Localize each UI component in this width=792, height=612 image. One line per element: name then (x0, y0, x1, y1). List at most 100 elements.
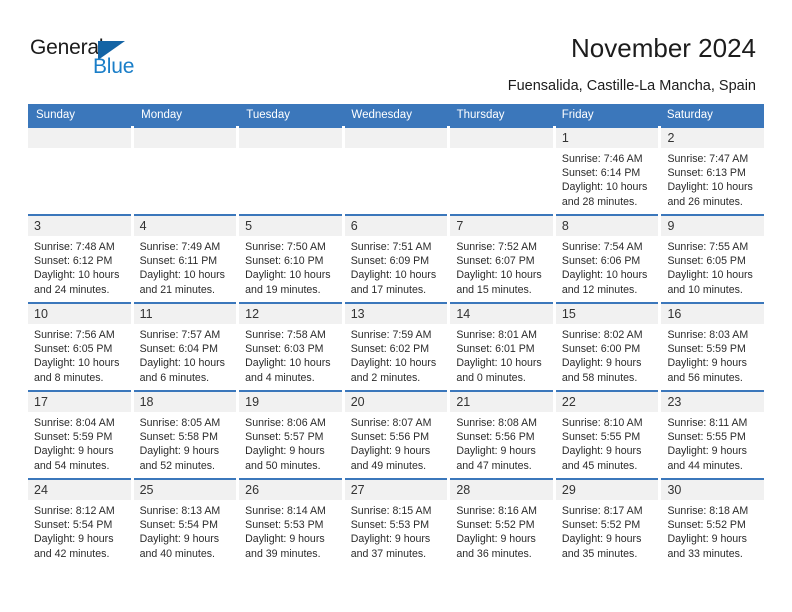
calendar-day-cell[interactable]: 8 Sunrise: 7:54 AM Sunset: 6:06 PM Daylight… (555, 214, 659, 302)
sunset-text: Sunset: 5:52 PM (561, 519, 641, 532)
daylight-text-line1: Daylight: 9 hours (139, 533, 220, 546)
calendar-day-cell[interactable]: 24 Sunrise: 8:12 AM Sunset: 5:54 PM Dayligh… (28, 478, 131, 566)
calendar-day-cell[interactable]: 22 Sunrise: 8:10 AM Sunset: 5:55 PM Dayligh… (555, 390, 659, 478)
day-details: Sunrise: 7:52 AM Sunset: 6:07 PM Daylight:… (450, 236, 553, 297)
sunrise-text: Sunrise: 7:51 AM (350, 241, 432, 253)
day-number: 5 (239, 216, 342, 236)
weekday-sunday: Sunday (36, 109, 76, 121)
day-details: Sunrise: 8:06 AM Sunset: 5:57 PM Daylight:… (239, 412, 342, 473)
day-number: 2 (661, 128, 765, 148)
calendar-day-cell[interactable]: 26 Sunrise: 8:14 AM Sunset: 5:53 PM Dayligh… (239, 478, 342, 566)
daylight-text-line1: Daylight: 9 hours (34, 445, 114, 458)
daylight-text-line2: and 19 minutes. (245, 283, 321, 296)
day-details: Sunrise: 8:13 AM Sunset: 5:54 PM Daylight:… (134, 500, 237, 561)
sunrise-text: Sunrise: 8:18 AM (667, 505, 749, 517)
daylight-text-line1: Daylight: 10 hours (667, 269, 753, 282)
sunset-text: Sunset: 6:00 PM (561, 343, 641, 356)
day-details: Sunrise: 8:01 AM Sunset: 6:01 PM Daylight:… (450, 324, 553, 385)
calendar-day-cell[interactable]: 28 Sunrise: 8:16 AM Sunset: 5:52 PM Dayligh… (450, 478, 553, 566)
calendar-day-cell[interactable]: 6 Sunrise: 7:51 AM Sunset: 6:09 PM Daylight… (344, 214, 448, 302)
calendar-day-cell[interactable]: 20 Sunrise: 8:07 AM Sunset: 5:56 PM Dayligh… (344, 390, 448, 478)
calendar-day-cell[interactable]: 5 Sunrise: 7:50 AM Sunset: 6:10 PM Daylight… (239, 214, 342, 302)
sunrise-text: Sunrise: 7:59 AM (350, 329, 432, 341)
calendar-day-cell[interactable]: 2 Sunrise: 7:47 AM Sunset: 6:13 PM Daylight… (661, 126, 765, 214)
sunrise-text: Sunrise: 7:49 AM (139, 241, 221, 253)
day-details: Sunrise: 7:59 AM Sunset: 6:02 PM Daylight:… (345, 324, 448, 385)
calendar-day-cell[interactable]: 4 Sunrise: 7:49 AM Sunset: 6:11 PM Daylight… (133, 214, 237, 302)
day-details: Sunrise: 8:05 AM Sunset: 5:58 PM Daylight:… (134, 412, 237, 473)
day-details: Sunrise: 8:11 AM Sunset: 5:55 PM Daylight:… (661, 412, 764, 473)
calendar-day-cell[interactable]: 16 Sunrise: 8:03 AM Sunset: 5:59 PM Dayligh… (661, 302, 765, 390)
day-number: 25 (133, 480, 237, 500)
daylight-text-line2: and 6 minutes. (139, 371, 210, 384)
day-number: 8 (555, 216, 659, 236)
sunrise-text: Sunrise: 7:58 AM (245, 329, 326, 341)
daylight-text-line2: and 24 minutes. (34, 283, 110, 296)
daylight-text-line1: Daylight: 9 hours (139, 445, 220, 458)
day-details: Sunrise: 8:14 AM Sunset: 5:53 PM Daylight:… (239, 500, 342, 561)
sunset-text: Sunset: 6:14 PM (561, 167, 641, 180)
day-number: 17 (28, 392, 131, 412)
calendar-day-cell[interactable]: 17 Sunrise: 8:04 AM Sunset: 5:59 PM Dayligh… (28, 390, 131, 478)
day-details: Sunrise: 7:46 AM Sunset: 6:14 PM Daylight:… (556, 148, 659, 209)
daylight-text-line2: and 47 minutes. (456, 459, 532, 472)
page-header: General Blue November 2024 Fuensalida, C… (0, 0, 792, 96)
daylight-text-line2: and 36 minutes. (456, 547, 532, 560)
calendar-day-cell[interactable]: 27 Sunrise: 8:15 AM Sunset: 5:53 PM Dayligh… (344, 478, 448, 566)
daylight-text-line2: and 39 minutes. (245, 547, 321, 560)
daylight-text-line1: Daylight: 10 hours (561, 269, 648, 282)
day-number: 7 (450, 216, 553, 236)
calendar-day-cell[interactable]: 1 Sunrise: 7:46 AM Sunset: 6:14 PM Daylight… (555, 126, 659, 214)
daylight-text-line2: and 15 minutes. (456, 283, 532, 296)
calendar-day-cell[interactable]: 3 Sunrise: 7:48 AM Sunset: 6:12 PM Daylight… (28, 214, 131, 302)
generalblue-logo: General Blue (30, 36, 180, 84)
sunset-text: Sunset: 5:55 PM (561, 431, 641, 444)
calendar-day-cell[interactable]: 14 Sunrise: 8:01 AM Sunset: 6:01 PM Dayligh… (450, 302, 553, 390)
daylight-text-line2: and 50 minutes. (245, 459, 321, 472)
sunset-text: Sunset: 6:13 PM (667, 167, 746, 180)
day-number (28, 128, 131, 148)
calendar-day-cell[interactable]: 19 Sunrise: 8:06 AM Sunset: 5:57 PM Dayligh… (239, 390, 342, 478)
sunrise-text: Sunrise: 8:03 AM (667, 329, 749, 341)
daylight-text-line1: Daylight: 9 hours (34, 533, 114, 546)
day-number (239, 128, 342, 148)
daylight-text-line2: and 44 minutes. (667, 459, 743, 472)
daylight-text-line2: and 33 minutes. (667, 547, 743, 560)
sunset-text: Sunset: 5:53 PM (245, 519, 324, 532)
calendar-day-cell[interactable]: 11 Sunrise: 7:57 AM Sunset: 6:04 PM Dayligh… (133, 302, 237, 390)
calendar-day-cell[interactable]: 10 Sunrise: 7:56 AM Sunset: 6:05 PM Dayligh… (28, 302, 131, 390)
day-number: 29 (555, 480, 659, 500)
calendar-weeks: 1 Sunrise: 7:46 AM Sunset: 6:14 PM Daylight… (28, 126, 765, 566)
daylight-text-line2: and 37 minutes. (350, 547, 427, 560)
day-details: Sunrise: 7:51 AM Sunset: 6:09 PM Daylight:… (345, 236, 448, 297)
day-number: 1 (555, 128, 659, 148)
sunset-text: Sunset: 6:12 PM (34, 255, 113, 268)
calendar-day-cell[interactable]: 7 Sunrise: 7:52 AM Sunset: 6:07 PM Daylight… (450, 214, 553, 302)
day-number: 21 (450, 392, 553, 412)
calendar-day-cell-empty (28, 126, 131, 214)
calendar-day-cell[interactable]: 29 Sunrise: 8:17 AM Sunset: 5:52 PM Dayligh… (555, 478, 659, 566)
day-number: 19 (239, 392, 342, 412)
calendar-day-cell[interactable]: 15 Sunrise: 8:02 AM Sunset: 6:00 PM Dayligh… (555, 302, 659, 390)
sunrise-text: Sunrise: 7:47 AM (667, 153, 749, 165)
sunrise-text: Sunrise: 7:46 AM (561, 153, 643, 165)
day-details: Sunrise: 7:48 AM Sunset: 6:12 PM Daylight:… (28, 236, 131, 297)
day-details: Sunrise: 7:54 AM Sunset: 6:06 PM Daylight:… (556, 236, 659, 297)
calendar-day-cell[interactable]: 25 Sunrise: 8:13 AM Sunset: 5:54 PM Dayligh… (133, 478, 237, 566)
calendar-day-cell[interactable]: 12 Sunrise: 7:58 AM Sunset: 6:03 PM Dayligh… (239, 302, 342, 390)
calendar-day-cell[interactable]: 9 Sunrise: 7:55 AM Sunset: 6:05 PM Daylight… (661, 214, 765, 302)
weekday-wednesday: Wednesday (351, 109, 412, 121)
calendar-day-cell[interactable]: 13 Sunrise: 7:59 AM Sunset: 6:02 PM Dayligh… (344, 302, 448, 390)
calendar-day-cell[interactable]: 21 Sunrise: 8:08 AM Sunset: 5:56 PM Dayligh… (450, 390, 553, 478)
calendar-day-cell[interactable]: 18 Sunrise: 8:05 AM Sunset: 5:58 PM Dayligh… (133, 390, 237, 478)
sunset-text: Sunset: 6:03 PM (245, 343, 324, 356)
sunset-text: Sunset: 5:59 PM (667, 343, 746, 356)
sunset-text: Sunset: 5:54 PM (139, 519, 218, 532)
sunrise-text: Sunrise: 8:11 AM (667, 417, 748, 429)
calendar-day-cell[interactable]: 30 Sunrise: 8:18 AM Sunset: 5:52 PM Dayligh… (661, 478, 765, 566)
daylight-text-line1: Daylight: 10 hours (34, 269, 120, 282)
calendar-day-cell[interactable]: 23 Sunrise: 8:11 AM Sunset: 5:55 PM Dayligh… (661, 390, 765, 478)
daylight-text-line2: and 8 minutes. (34, 371, 104, 384)
day-number (133, 128, 237, 148)
weekday-thursday: Thursday (456, 109, 505, 121)
